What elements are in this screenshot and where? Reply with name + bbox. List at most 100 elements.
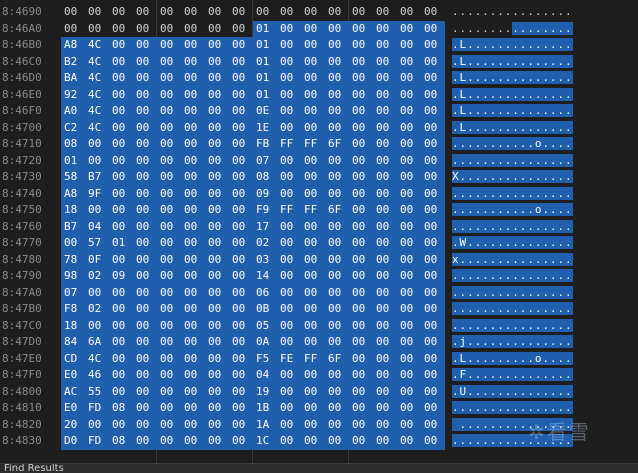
- hex-byte[interactable]: 00: [232, 87, 249, 104]
- hex-byte[interactable]: 00: [208, 87, 225, 104]
- hex-byte[interactable]: 00: [424, 268, 441, 285]
- hex-byte[interactable]: 00: [232, 186, 249, 203]
- hex-byte[interactable]: 4C: [88, 120, 105, 137]
- hex-byte[interactable]: 00: [400, 367, 417, 384]
- hex-byte[interactable]: 00: [88, 136, 105, 153]
- hex-byte[interactable]: 06: [256, 285, 273, 302]
- hex-byte[interactable]: 00: [376, 285, 393, 302]
- hex-byte[interactable]: 00: [304, 400, 321, 417]
- hex-byte[interactable]: 6F: [328, 202, 345, 219]
- hex-byte[interactable]: 20: [64, 417, 81, 434]
- hex-byte[interactable]: 00: [232, 202, 249, 219]
- hex-byte[interactable]: 00: [352, 70, 369, 87]
- hex-byte[interactable]: 00: [376, 219, 393, 236]
- hex-byte[interactable]: 08: [112, 400, 129, 417]
- hex-byte[interactable]: 01: [256, 21, 273, 38]
- hex-byte[interactable]: 00: [424, 136, 441, 153]
- hex-row[interactable]: 8:46C0 B2 4C 00 00 00 00 00 00 01 00 00 00 00 00 00 00 .L…: [0, 53, 638, 71]
- hex-row[interactable]: 8:4700 C2 4C 00 00 00 00 00 00 1E 00 00 00 00 00 00 00 .L…: [0, 119, 638, 137]
- hex-byte[interactable]: 00: [376, 186, 393, 203]
- hex-byte[interactable]: 00: [304, 120, 321, 137]
- hex-byte[interactable]: 00: [400, 301, 417, 318]
- hex-byte[interactable]: 01: [256, 70, 273, 87]
- ascii-column[interactable]: .L..............: [452, 103, 582, 120]
- hex-byte[interactable]: 00: [400, 384, 417, 401]
- hex-byte[interactable]: 00: [160, 70, 177, 87]
- hex-byte[interactable]: 01: [256, 54, 273, 71]
- hex-byte[interactable]: 00: [160, 252, 177, 269]
- hex-row[interactable]: 8:46B0 A8 4C 00 00 00 00 00 00 01 00 00 00 00 00 00 00 .L…: [0, 37, 638, 54]
- hex-byte[interactable]: 00: [136, 4, 153, 21]
- hex-byte[interactable]: 00: [424, 169, 441, 186]
- hex-byte[interactable]: 00: [136, 87, 153, 104]
- hex-byte[interactable]: 00: [208, 351, 225, 368]
- hex-byte[interactable]: 00: [136, 285, 153, 302]
- hex-byte[interactable]: 05: [256, 318, 273, 335]
- hex-byte[interactable]: 00: [280, 219, 297, 236]
- hex-byte[interactable]: 1C: [256, 433, 273, 450]
- hex-byte[interactable]: 00: [184, 186, 201, 203]
- hex-editor-view[interactable]: 8:4690 00 00 00 00 00 00 00 00 00 00 00 00 00 00 00 00..…: [0, 0, 638, 464]
- hex-byte[interactable]: 00: [184, 334, 201, 351]
- hex-byte[interactable]: 02: [256, 235, 273, 252]
- hex-byte[interactable]: 00: [160, 384, 177, 401]
- hex-byte[interactable]: 00: [136, 21, 153, 38]
- hex-byte[interactable]: 00: [400, 252, 417, 269]
- hex-byte[interactable]: 00: [280, 103, 297, 120]
- hex-byte[interactable]: 6F: [328, 136, 345, 153]
- hex-byte[interactable]: 00: [400, 4, 417, 21]
- hex-byte[interactable]: 00: [328, 120, 345, 137]
- hex-byte[interactable]: 00: [112, 351, 129, 368]
- hex-byte[interactable]: 00: [352, 351, 369, 368]
- hex-byte[interactable]: 00: [184, 301, 201, 318]
- hex-byte[interactable]: D0: [64, 433, 81, 450]
- hex-byte[interactable]: 00: [400, 153, 417, 170]
- hex-byte[interactable]: 00: [160, 54, 177, 71]
- ascii-column[interactable]: ................: [452, 301, 582, 318]
- hex-byte[interactable]: 00: [304, 21, 321, 38]
- hex-byte[interactable]: 00: [136, 301, 153, 318]
- hex-byte[interactable]: 00: [280, 268, 297, 285]
- hex-byte[interactable]: 00: [424, 37, 441, 54]
- hex-byte[interactable]: 00: [352, 400, 369, 417]
- hex-byte[interactable]: 00: [208, 334, 225, 351]
- hex-byte[interactable]: 4C: [88, 37, 105, 54]
- hex-row[interactable]: 8:4750 18 00 00 00 00 00 00 00 F9 FF FF 6F 00 00 00 00..…: [0, 202, 638, 219]
- hex-byte[interactable]: 00: [328, 37, 345, 54]
- hex-byte[interactable]: 4C: [88, 351, 105, 368]
- hex-byte[interactable]: 00: [400, 334, 417, 351]
- hex-byte[interactable]: 00: [160, 367, 177, 384]
- hex-byte[interactable]: 00: [352, 202, 369, 219]
- hex-byte[interactable]: 00: [400, 186, 417, 203]
- hex-row[interactable]: 8:4770 00 57 01 00 00 00 00 00 02 00 00 00 00 00 00 00 .W…: [0, 235, 638, 252]
- hex-byte[interactable]: 00: [328, 384, 345, 401]
- hex-byte[interactable]: A8: [64, 186, 81, 203]
- hex-byte[interactable]: 01: [256, 87, 273, 104]
- hex-byte[interactable]: 00: [208, 37, 225, 54]
- ascii-column[interactable]: .L..............: [452, 70, 582, 87]
- hex-byte[interactable]: 00: [352, 4, 369, 21]
- hex-byte[interactable]: 00: [112, 285, 129, 302]
- hex-byte[interactable]: 00: [400, 268, 417, 285]
- hex-byte[interactable]: 84: [64, 334, 81, 351]
- hex-byte[interactable]: 00: [232, 153, 249, 170]
- hex-byte[interactable]: 00: [184, 235, 201, 252]
- hex-byte[interactable]: 0F: [88, 252, 105, 269]
- hex-byte[interactable]: 00: [184, 400, 201, 417]
- hex-byte[interactable]: 00: [208, 21, 225, 38]
- hex-byte[interactable]: 00: [160, 4, 177, 21]
- hex-row[interactable]: 8:4760 B7 04 00 00 00 00 00 00 17 00 00 00 00 00 00 00..…: [0, 218, 638, 236]
- hex-byte[interactable]: 00: [376, 37, 393, 54]
- hex-byte[interactable]: 00: [280, 318, 297, 335]
- hex-byte[interactable]: 00: [208, 433, 225, 450]
- hex-byte[interactable]: 00: [136, 318, 153, 335]
- ascii-column[interactable]: ................: [452, 268, 582, 285]
- hex-byte[interactable]: 00: [304, 433, 321, 450]
- hex-byte[interactable]: AC: [64, 384, 81, 401]
- hex-byte[interactable]: 00: [136, 103, 153, 120]
- hex-byte[interactable]: 00: [232, 136, 249, 153]
- hex-byte[interactable]: 00: [208, 136, 225, 153]
- hex-byte[interactable]: 00: [304, 186, 321, 203]
- hex-byte[interactable]: 00: [136, 202, 153, 219]
- hex-byte[interactable]: 00: [352, 136, 369, 153]
